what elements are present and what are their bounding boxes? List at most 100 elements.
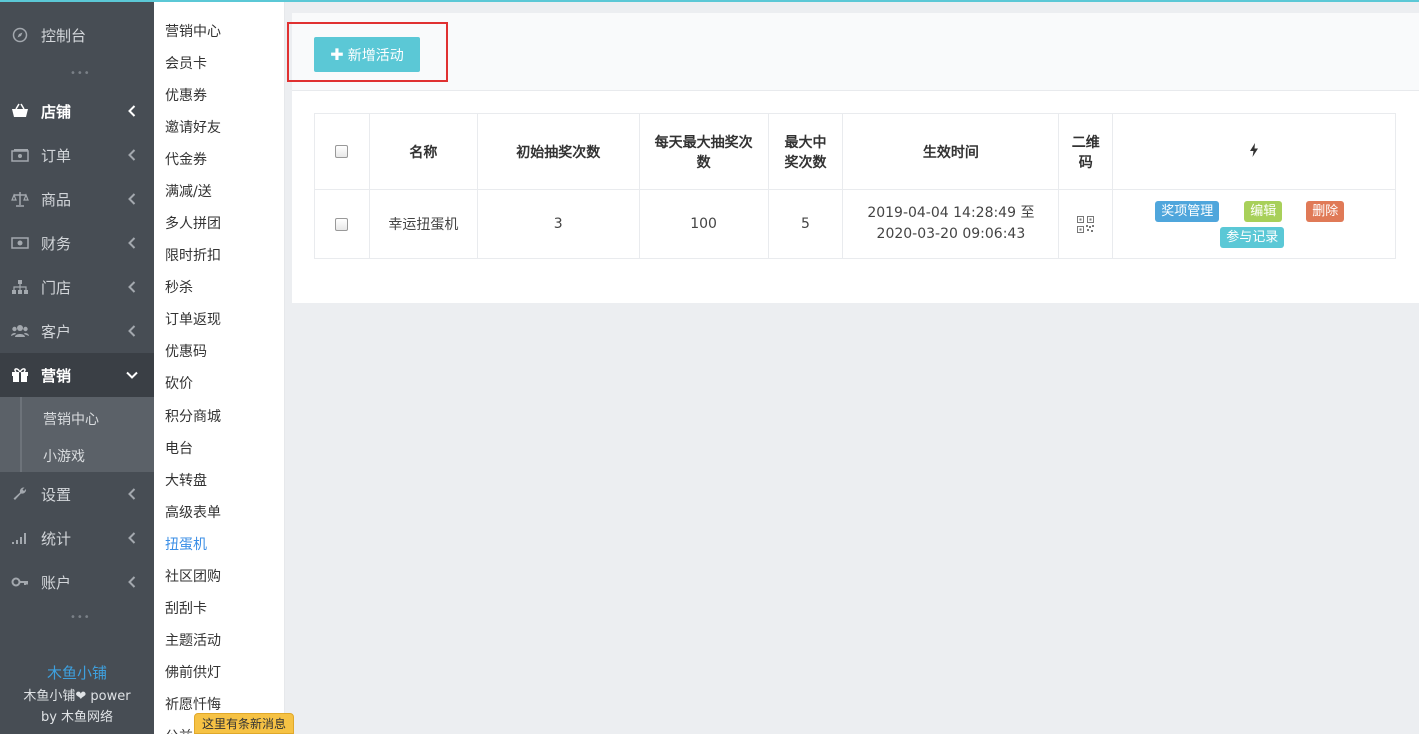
divider-dots: ••• [70,68,91,79]
submenu-item-gacha[interactable]: 扭蛋机 [165,534,207,554]
chevron-left-icon [127,148,137,162]
submenu-item-buddha-lamp[interactable]: 佛前供灯 [165,662,221,682]
sidebar-item-stores[interactable]: 门店 [0,265,154,309]
brand-by-prefix: by [40,710,62,725]
brand-power: 木鱼小铺❤ power [23,689,131,704]
submenu-item-marketing-center[interactable]: 营销中心 [165,21,221,41]
sidebar-item-label: 商品 [41,190,72,209]
scale-icon [11,190,29,208]
bolt-icon [1250,142,1259,161]
table-header-row: 名称 初始抽奖次数 每天最大抽奖次数 最大中 奖次数 生效时间 二维码 [314,113,1396,190]
chevron-left-icon [127,531,137,545]
marketing-secondary-menu: 营销中心 会员卡 优惠券 邀请好友 代金券 满减/送 多人拼团 限时折扣 秒杀 … [154,2,285,734]
sidebar-item-finance[interactable]: 财务 [0,221,154,265]
sitemap-icon [11,278,29,296]
submenu-item-discount-gift[interactable]: 满减/送 [165,181,212,201]
sidebar-item-marketing[interactable]: 营销 [0,353,154,397]
add-activity-button[interactable]: ✚ 新增活动 [314,37,420,72]
submenu-item-advanced-form[interactable]: 高级表单 [165,502,221,522]
submenu-item-group-buy[interactable]: 多人拼团 [165,213,221,233]
chevron-left-icon [127,575,137,589]
cell-qr-code [1058,189,1114,259]
submenu-item-member-card[interactable]: 会员卡 [165,53,207,73]
header-max-wins-line1: 最大中 [784,134,827,151]
new-message-toast[interactable]: 这里有条新消息 [194,713,294,734]
submenu-item-flash-sale[interactable]: 秒杀 [165,277,193,297]
sidebar-item-stats[interactable]: 统计 [0,516,154,560]
header-max-wins: 最大中 奖次数 [767,113,844,190]
edit-button[interactable]: 编辑 [1244,201,1283,222]
divider-dots: ••• [70,612,91,623]
valid-time-start: 2019-04-04 14:28:49 至 [867,205,1035,221]
header-name: 名称 [368,113,478,190]
gift-icon [11,366,29,384]
sidebar-item-label: 店铺 [41,102,72,121]
submenu-item-limited-discount[interactable]: 限时折扣 [165,245,221,265]
sidebar-item-products[interactable]: 商品 [0,177,154,221]
delete-button[interactable]: 删除 [1306,201,1345,222]
sidebar-item-orders[interactable]: 订单 [0,133,154,177]
submenu-item-radio[interactable]: 电台 [165,438,193,458]
sidebar-subitem-mini-games[interactable]: 小游戏 [43,446,85,466]
header-qr-line2: 码 [1078,154,1093,171]
signal-icon [11,529,29,547]
sidebar-item-label: 设置 [41,485,72,504]
submenu-item-promo-code[interactable]: 优惠码 [165,341,207,361]
sidebar-item-shop[interactable]: 店铺 [0,89,154,133]
row-checkbox[interactable] [335,217,349,231]
submenu-item-scratch-card[interactable]: 刮刮卡 [165,598,207,618]
prize-manage-button[interactable]: 奖项管理 [1155,201,1220,222]
valid-time-end: 2020-03-20 09:06:43 [876,226,1026,242]
cell-initial-draws: 3 [476,189,640,259]
chevron-down-icon [125,368,139,382]
sidebar-item-dashboard[interactable]: 控制台 [0,13,154,57]
cell-name: 幸运扭蛋机 [368,189,478,259]
submenu-item-points-mall[interactable]: 积分商城 [165,406,221,426]
header-valid-time: 生效时间 [842,113,1060,190]
header-daily-max-line1: 每天最大抽奖次 [654,134,753,151]
submenu-item-prayer[interactable]: 祈愿忏悔 [165,694,221,714]
sidebar-item-label: 营销 [41,366,72,385]
sidebar-item-label: 订单 [41,146,72,165]
cash-icon [11,234,29,252]
chevron-left-icon [127,280,137,294]
brand-by: by 木鱼网络 [0,706,154,725]
header-actions [1112,113,1396,190]
header-daily-max: 每天最大抽奖次数 [638,113,769,190]
submenu-item-community-group-buy[interactable]: 社区团购 [165,566,221,586]
sidebar-item-label: 客户 [41,322,72,341]
plus-icon: ✚ [330,45,344,64]
sidebar-subitem-marketing-center[interactable]: 营销中心 [43,409,99,429]
submenu-item-charity[interactable]: 公益 [165,726,193,734]
submenu-item-theme-activity[interactable]: 主题活动 [165,630,221,650]
submenu-item-lucky-wheel[interactable]: 大转盘 [165,470,207,490]
select-all-checkbox[interactable] [335,145,349,158]
sidebar-item-label: 控制台 [41,26,87,45]
cell-max-wins: 5 [767,189,844,259]
chevron-left-icon [127,324,137,338]
chevron-left-icon [127,487,137,501]
submenu-item-coupon[interactable]: 优惠券 [165,85,207,105]
sidebar-item-label: 财务 [41,234,72,253]
chevron-left-icon [127,104,137,118]
submenu-item-voucher[interactable]: 代金券 [165,149,207,169]
marketing-submenu: 营销中心 小游戏 [0,397,154,472]
sidebar-item-account[interactable]: 账户 [0,560,154,604]
sidebar-item-customers[interactable]: 客户 [0,309,154,353]
brand-name[interactable]: 木鱼小铺 [0,662,154,683]
submenu-item-order-cashback[interactable]: 订单返现 [165,309,221,329]
submenu-item-bargain[interactable]: 砍价 [165,373,193,393]
header-initial-draws: 初始抽奖次数 [476,113,640,190]
brand-by-name[interactable]: 木鱼网络 [61,710,113,725]
qr-code-icon[interactable] [1077,215,1095,233]
submenu-item-invite-friends[interactable]: 邀请好友 [165,117,221,137]
main-sidebar: 控制台 ••• 店铺 订单 商品 财务 门店 客户 营销 营销中心 小游戏 设置… [0,2,154,734]
users-icon [11,322,29,340]
table-row: 幸运扭蛋机 3 100 5 2019-04-04 14:28:49 至 2020-… [314,189,1396,259]
participation-records-button[interactable]: 参与记录 [1220,227,1285,248]
sidebar-item-label: 账户 [41,573,72,592]
cell-select [314,189,370,259]
key-icon [11,573,29,591]
sidebar-item-settings[interactable]: 设置 [0,472,154,516]
sidebar-item-label: 门店 [41,278,72,297]
